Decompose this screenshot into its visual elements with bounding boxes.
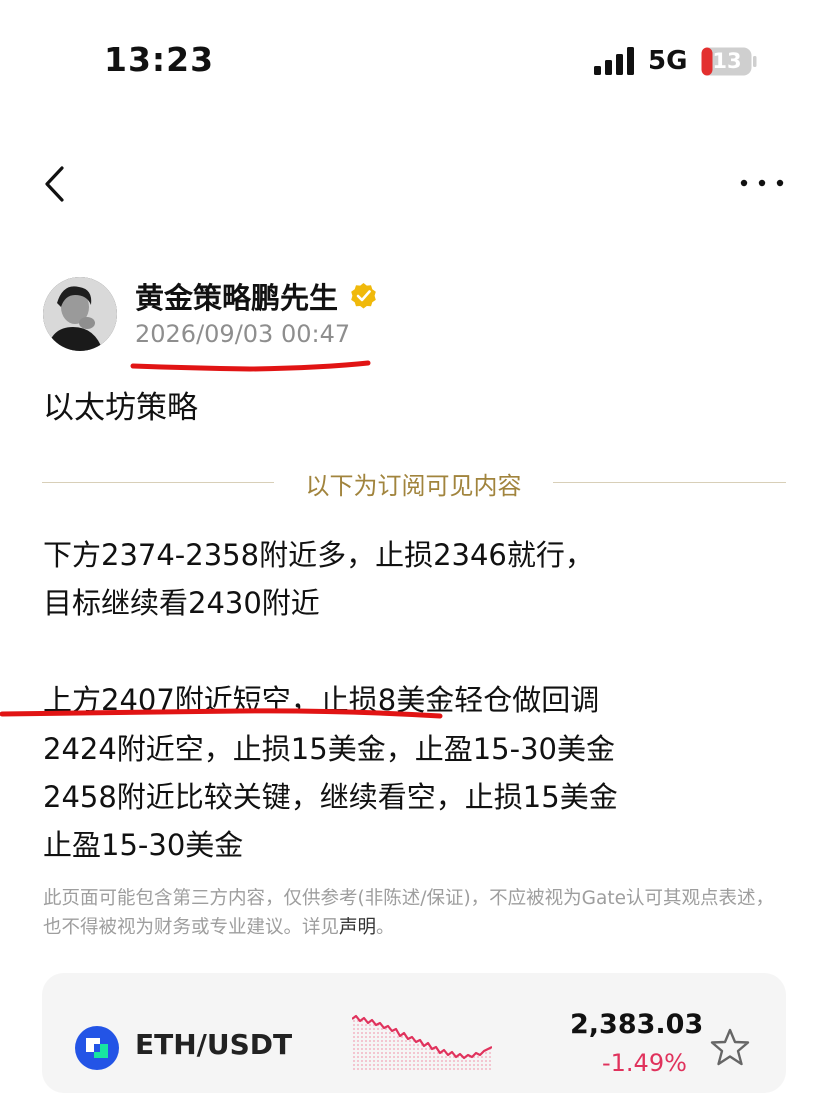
chevron-left-icon[interactable] (40, 164, 70, 204)
content-line: 2458附近比较关键，继续看空，止损15美金 (43, 780, 618, 814)
ticker-pair: ETH/USDT (135, 1028, 293, 1061)
ticker-price: 2,383.03 (570, 1009, 704, 1040)
disclaimer-end: 。 (376, 917, 395, 938)
divider-line-left (42, 482, 274, 483)
cellular-signal-icon (594, 47, 634, 75)
content-line: 止盈15-30美金 (43, 828, 244, 862)
red-annotation-underline (0, 708, 443, 719)
post-timestamp: 2026/09/03 00:47 (135, 320, 351, 348)
avatar-image (43, 277, 117, 351)
content-line: 2424附近空，止损15美金，止盈15-30美金 (43, 732, 615, 766)
avatar[interactable] (43, 277, 117, 351)
disclaimer-link[interactable]: 声明 (339, 917, 376, 938)
post-title: 以太坊策略 (43, 390, 198, 426)
red-annotation-underline (130, 360, 371, 372)
more-horizontal-icon[interactable] (740, 166, 784, 194)
disclaimer-text: 此页面可能包含第三方内容，仅供参考(非陈述/保证)，不应被视为Gate认可其观点… (43, 888, 774, 938)
disclaimer: 此页面可能包含第三方内容，仅供参考(非陈述/保证)，不应被视为Gate认可其观点… (43, 884, 791, 942)
ticker-change: -1.49% (602, 1049, 687, 1077)
verified-badge-icon (351, 283, 376, 309)
battery-level: 13 (712, 49, 742, 73)
content-line: 下方2374-2358附近多，止损2346就行， (43, 538, 594, 572)
eth-coin-icon (75, 1026, 119, 1070)
price-sparkline (352, 1014, 492, 1071)
content-line: 目标继续看2430附近 (43, 586, 320, 620)
network-type: 5G (648, 46, 688, 76)
author-name[interactable]: 黄金策略鹏先生 (135, 275, 338, 317)
subscription-divider-label: 以下为订阅可见内容 (305, 472, 522, 500)
ticker-card[interactable]: ETH/USDT 2,383.03 -1.49% (42, 973, 786, 1093)
star-outline-icon[interactable] (710, 1027, 750, 1067)
status-time: 13:23 (104, 40, 215, 79)
divider-line-right (553, 482, 786, 483)
